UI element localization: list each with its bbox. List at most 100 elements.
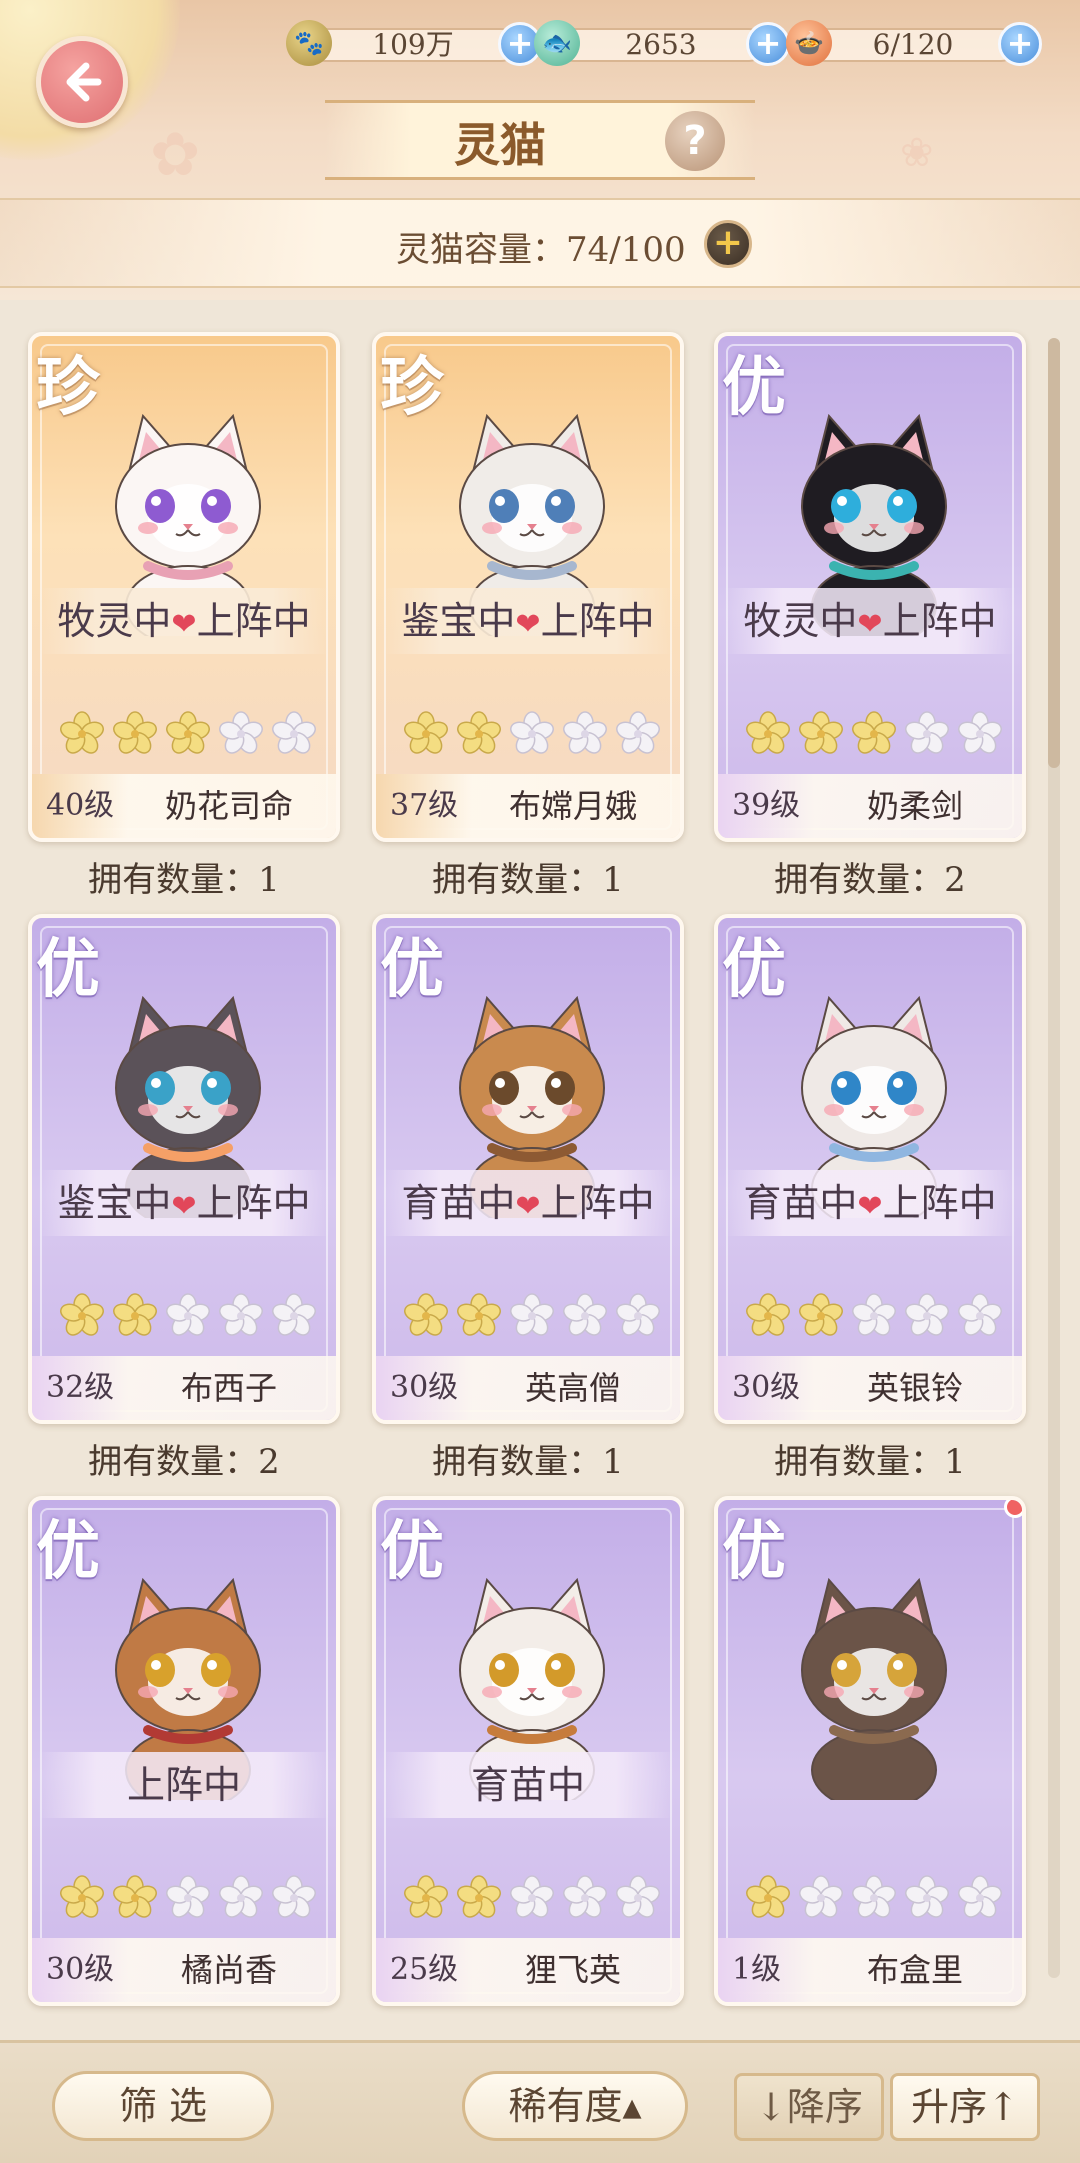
cat-card[interactable]: 优 1级 布盒里	[714, 1496, 1026, 2006]
flower-star-icon	[166, 1875, 210, 1918]
flower-star-icon	[166, 1293, 210, 1336]
flower-star-icon	[799, 711, 843, 754]
flower-star-icon	[852, 1293, 896, 1336]
cat-card[interactable]: 珍 牧灵中❤上阵中 40级 奶花司命	[28, 332, 340, 842]
flower-star-icon	[404, 1293, 448, 1336]
cat-card[interactable]: 珍 鉴宝中❤上阵中 37级 布嫦月娥	[372, 332, 684, 842]
scrollbar[interactable]	[1048, 338, 1060, 1978]
star-rating	[744, 710, 1004, 758]
cat-name: 狸飞英	[524, 1951, 621, 1989]
star-rating	[58, 1874, 318, 1922]
resource-value: 109万	[308, 28, 518, 62]
resource-value: 2653	[556, 28, 766, 62]
level-label: 30级	[718, 1356, 814, 1420]
sort-desc-button[interactable]: ↓降序	[734, 2073, 884, 2141]
flower-star-icon	[272, 1875, 316, 1918]
level-label: 30级	[376, 1356, 472, 1420]
star-rating	[402, 710, 662, 758]
flower-star-icon	[958, 1293, 1002, 1336]
level-label: 32级	[32, 1356, 128, 1420]
heart-icon: ❤	[171, 607, 197, 642]
flower-star-icon	[958, 1875, 1002, 1918]
cat-card[interactable]: 优 育苗中 25级 狸飞英	[372, 1496, 684, 2006]
flower-star-icon	[799, 1293, 843, 1336]
title-plate: 灵猫 ?	[325, 100, 755, 180]
flower-star-icon	[113, 1293, 157, 1336]
expand-capacity-button[interactable]: +	[704, 220, 752, 268]
back-arrow-icon	[66, 62, 102, 102]
capacity-bar: 灵猫容量：74/100 +	[0, 198, 1080, 288]
star-rating	[402, 1874, 662, 1922]
flower-star-icon	[219, 711, 263, 754]
paw-coin-icon: 🐾	[286, 20, 332, 66]
bottom-bar: 筛 选 稀有度▴ ↓降序 升序↑	[0, 2040, 1080, 2163]
status-label: 牧灵中❤上阵中	[724, 588, 1016, 654]
owned-count: 拥有数量：1	[774, 1442, 966, 1482]
flower-star-icon	[616, 1875, 660, 1918]
owned-count: 拥有数量：2	[88, 1442, 280, 1482]
cat-name: 布盒里	[866, 1951, 963, 1989]
flower-star-icon	[563, 711, 607, 754]
heart-icon: ❤	[857, 1189, 883, 1224]
scrollbar-thumb[interactable]	[1048, 338, 1060, 768]
star-rating	[58, 1292, 318, 1340]
add-food-bowl-button[interactable]: +	[998, 22, 1042, 66]
level-name-bar: 37级 布嫦月娥	[376, 774, 680, 838]
status-label: 育苗中❤上阵中	[724, 1170, 1016, 1236]
cat-name: 橘尚香	[180, 1951, 277, 1989]
flower-star-icon	[457, 1293, 501, 1336]
cat-grid: 珍 牧灵中❤上阵中 40级 奶花司命 拥有数量：1 珍 鉴宝中❤上阵中 37级 …	[0, 300, 1080, 2020]
status-label: 牧灵中❤上阵中	[38, 588, 330, 654]
flower-star-icon	[272, 1293, 316, 1336]
owned-count: 拥有数量：1	[28, 2016, 340, 2020]
level-label: 39级	[718, 774, 814, 838]
sort-asc-button[interactable]: 升序↑	[890, 2073, 1040, 2141]
cat-name: 奶柔剑	[866, 787, 963, 825]
cat-name: 奶花司命	[164, 787, 293, 825]
flower-star-icon	[404, 1875, 448, 1918]
flower-star-icon	[510, 1293, 554, 1336]
rarity-badge: 优	[380, 1514, 444, 1589]
heart-icon: ❤	[857, 607, 883, 642]
blossom-decoration: ✿	[150, 120, 201, 190]
filter-button[interactable]: 筛 选	[52, 2071, 274, 2141]
rarity-badge: 优	[380, 932, 444, 1007]
cat-card[interactable]: 优 牧灵中❤上阵中 39级 奶柔剑	[714, 332, 1026, 842]
cat-card[interactable]: 优 鉴宝中❤上阵中 32级 布西子	[28, 914, 340, 1424]
owned-count: 拥有数量：1	[432, 1442, 624, 1482]
level-label: 40级	[32, 774, 128, 838]
flower-star-icon	[563, 1875, 607, 1918]
cat-card[interactable]: 优 上阵中 30级 橘尚香	[28, 1496, 340, 2006]
star-rating	[402, 1292, 662, 1340]
owned-count: 拥有数量：2	[372, 2016, 684, 2020]
flower-star-icon	[746, 1875, 790, 1918]
flower-star-icon	[166, 711, 210, 754]
level-name-bar: 1级 布盒里	[718, 1938, 1022, 2002]
heart-icon: ❤	[515, 1189, 541, 1224]
level-label: 30级	[32, 1938, 128, 2002]
level-name-bar: 40级 奶花司命	[32, 774, 336, 838]
level-name-bar: 30级 橘尚香	[32, 1938, 336, 2002]
heart-icon: ❤	[515, 607, 541, 642]
help-button[interactable]: ?	[665, 111, 725, 171]
flower-star-icon	[510, 711, 554, 754]
new-notification-dot	[1004, 1500, 1022, 1518]
add-jade-fish-button[interactable]: +	[746, 22, 790, 66]
rarity-badge: 优	[722, 350, 786, 425]
flower-star-icon	[457, 711, 501, 754]
owned-count: 拥有数量：2	[774, 860, 966, 900]
cat-card[interactable]: 优 育苗中❤上阵中 30级 英高僧	[372, 914, 684, 1424]
owned-count: 拥有数量：1	[432, 860, 624, 900]
flower-star-icon	[905, 711, 949, 754]
cat-card[interactable]: 优 育苗中❤上阵中 30级 英银铃	[714, 914, 1026, 1424]
flower-star-icon	[563, 1293, 607, 1336]
flower-star-icon	[457, 1875, 501, 1918]
back-button[interactable]	[36, 36, 128, 128]
flower-star-icon	[404, 711, 448, 754]
cat-name: 英银铃	[866, 1369, 963, 1407]
capacity-label: 灵猫容量：74/100	[396, 230, 686, 270]
sort-field-button[interactable]: 稀有度▴	[462, 2071, 688, 2141]
blossom-decoration: ❀	[900, 130, 934, 176]
level-name-bar: 25级 狸飞英	[376, 1938, 680, 2002]
flower-star-icon	[905, 1293, 949, 1336]
